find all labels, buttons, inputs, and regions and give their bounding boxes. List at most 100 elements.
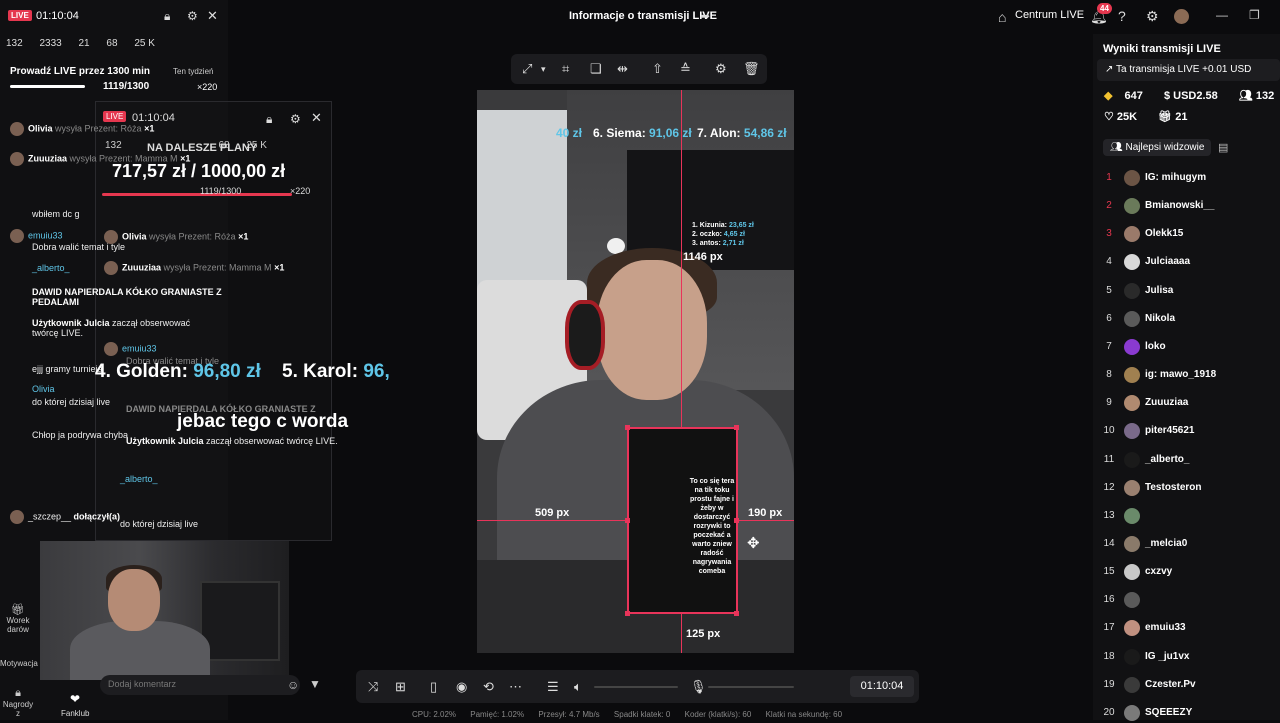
home-icon: ⌂ [998,9,1007,25]
overlay-lock-icon[interactable]: 🔒︎ [266,112,272,127]
status-bar: CPU: 2.02% Pamięć: 1.02% Przesył: 4.7 Mb… [412,710,854,719]
move-up-icon[interactable]: ⇧ [652,61,663,77]
viewer-row[interactable]: 2 Bmianowski__ [1100,196,1280,216]
viewer-row[interactable]: 4 Julciaaaa [1100,252,1280,272]
overlay-close-icon[interactable]: ✕ [311,110,322,126]
chat-message: do której dzisiaj live [32,397,111,407]
viewer-row[interactable]: 1 IG: mihugym [1100,168,1280,188]
resize-handle[interactable] [625,425,630,430]
mic-slider[interactable] [708,686,794,688]
viewer-row[interactable]: 15 cxzvy [1100,562,1280,582]
resize-handle[interactable] [734,425,739,430]
viewer-row[interactable]: 8 ig: mawo_1918 [1100,365,1280,385]
minimize-icon[interactable]: — [1216,8,1228,22]
selected-source-box[interactable]: To co się tera na tik toku prostu fajne … [627,427,738,614]
fanklub-label[interactable]: Fanklub [61,709,89,718]
chat-message: Chłop ja podrywa chyba [32,430,129,440]
viewer-rank: 12 [1103,481,1115,493]
viewer-row[interactable]: 7 loko [1100,337,1280,357]
viewer-row[interactable]: 6 Nikola [1100,309,1280,329]
list-icon[interactable]: ▤ [1218,141,1228,154]
heart-icon: ❤ [70,692,81,706]
flip-icon[interactable]: ⇹ [617,61,628,77]
gear-icon[interactable]: ⚙ [1146,8,1159,25]
stat-likes: 25 K [134,38,155,49]
close-icon[interactable]: ✕ [207,8,218,24]
chat-message: Olivia wysyła Prezent: Róża ×1 [10,122,154,136]
help-icon[interactable]: ? [1118,8,1126,24]
nav-rewards[interactable]: 🔒︎ Nagrody z [0,687,36,718]
volume-slider[interactable] [594,686,678,688]
emoji-icon[interactable]: ☺ [287,678,299,692]
viewer-rank: 1 [1106,172,1112,183]
overlay-progress-bar [102,193,292,196]
record-icon[interactable]: ◉ [456,679,467,695]
viewer-name: emuiu33 [1145,622,1186,634]
viewer-row[interactable]: 19 Czester.Pv [1100,675,1280,695]
viewer-rank: 10 [1103,425,1115,437]
overlay-settings-icon[interactable]: ⚙ [290,112,301,126]
avatar [1124,198,1140,215]
share-icon[interactable]: ➦ [700,9,710,23]
viewer-rank: 7 [1106,340,1112,352]
stat-viewers: 132 [6,38,23,49]
avatar [1124,395,1140,412]
viewer-name: SQEEEZY [1145,706,1193,718]
viewer-row[interactable]: 5 Julisa [1100,281,1280,301]
stream-info-title[interactable]: Informacje o transmisji LIVE [569,10,717,22]
viewer-row[interactable]: 18 IG _ju1vx [1100,647,1280,667]
replay-icon[interactable]: ⟲ [483,679,494,695]
settings-icon[interactable]: ⚙ [187,9,198,23]
overlay-chat-message: _alberto_ [120,474,158,484]
viewer-row[interactable]: 14 _melcia0 [1100,534,1280,554]
overlay-stat-viewers: 132 [105,140,122,151]
resize-handle[interactable] [734,611,739,616]
viewer-row[interactable]: 9 Zuuuziaa [1100,393,1280,413]
mixer-icon[interactable]: ☰ [547,679,559,695]
nav-motivation[interactable]: Motywacja [0,659,38,668]
speaker-icon[interactable]: 🔈︎ [574,679,582,695]
tab-top-viewers[interactable]: 👥︎ Najlepsi widzowie [1103,139,1212,156]
resize-handle[interactable] [625,518,630,523]
comment-input[interactable]: Dodaj komentarz [100,675,300,695]
lock-icon[interactable]: 🔒︎ [164,9,170,24]
avatar [1124,704,1140,721]
viewer-row[interactable]: 3 Olekk15 [1100,224,1280,244]
viewer-row[interactable]: 13 [1100,506,1280,526]
more-icon[interactable]: ⋯ [509,679,522,695]
webcam-preview [40,541,289,680]
chat-message: twórcę LIVE. [32,328,84,338]
results-stats-row1: ◆ 647 $ USD2.58 👥︎ 132 👤︎ 68 [1104,90,1275,102]
viewer-row[interactable]: 16 [1100,590,1280,610]
nav-gift-bag[interactable]: 🎁︎ Worek darów [0,603,36,634]
add-source-icon[interactable]: ⊞ [395,679,406,695]
avatar [1124,648,1140,665]
viewer-name: _alberto_ [1145,453,1190,465]
fit-icon[interactable]: ⤢ [522,61,532,77]
status-fps: Klatki na sekundę: 60 [765,710,843,719]
avatar [1124,254,1140,271]
microphone-icon[interactable]: 🎙︎ [690,679,707,695]
magic-icon[interactable]: ⤨ [368,679,378,695]
resize-handle[interactable] [625,611,630,616]
viewer-row[interactable]: 17 emuiu33 [1100,618,1280,638]
trash-icon[interactable]: 🗑︎ [743,61,760,77]
chevron-down-icon[interactable]: ▾ [541,64,546,75]
centrum-live-link[interactable]: Centrum LIVE [1015,9,1084,21]
settings-icon[interactable]: ⚙ [715,61,727,77]
duplicate-icon[interactable]: ❏ [590,61,602,77]
viewer-row[interactable]: 11 _alberto_ [1100,450,1280,470]
guide-bottom [681,614,682,653]
status-memory: Pamięć: 1.02% [470,710,525,719]
maximize-icon[interactable]: ❐ [1249,8,1260,22]
phone-icon[interactable]: ▯ [430,679,437,695]
viewer-row[interactable]: 12 Testosteron [1100,478,1280,498]
trend-row[interactable]: ↗ Ta transmisja LIVE +0.01 USD [1097,59,1280,81]
crop-icon[interactable]: ⌗ [562,61,569,77]
layers-icon[interactable]: ≙ [680,61,691,77]
viewer-row[interactable]: 10 piter45621 [1100,421,1280,441]
results-title: Wyniki transmisji LIVE [1103,43,1221,55]
resize-handle[interactable] [734,518,739,523]
user-avatar[interactable] [1174,9,1189,24]
filter-icon[interactable]: ▼ [309,677,321,691]
